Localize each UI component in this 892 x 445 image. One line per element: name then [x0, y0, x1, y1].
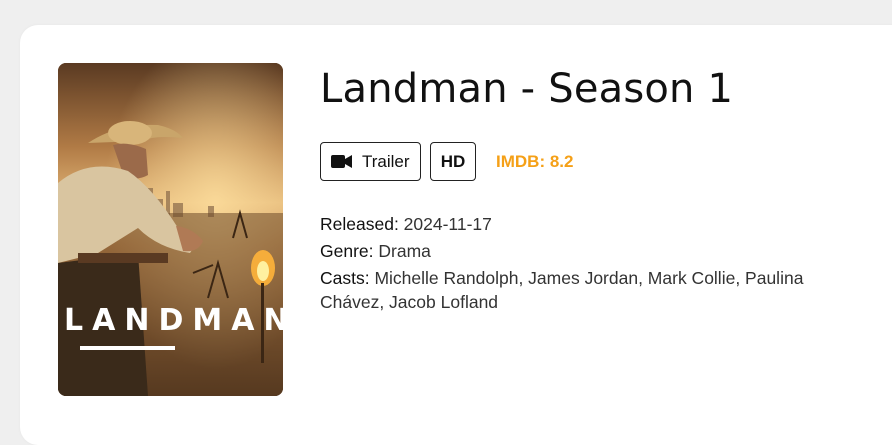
genre-label: Genre: — [320, 241, 379, 261]
casts-row: Casts: Michelle Randolph, James Jordan, … — [320, 266, 840, 314]
genre-value[interactable]: Drama — [378, 241, 431, 261]
casts-value[interactable]: Michelle Randolph, James Jordan, Mark Co… — [320, 268, 803, 312]
video-camera-icon — [331, 154, 352, 169]
imdb-rating: IMDB: 8.2 — [496, 151, 574, 171]
action-row: Trailer HD IMDB: 8.2 — [320, 142, 573, 181]
poster-logo-underline — [80, 346, 175, 350]
poster-logo-text: LANDMAN — [64, 303, 283, 338]
released-value: 2024-11-17 — [403, 214, 492, 234]
quality-badge: HD — [430, 142, 476, 181]
trailer-button[interactable]: Trailer — [320, 142, 421, 181]
movie-poster[interactable]: LANDMAN — [58, 63, 283, 396]
trailer-button-label: Trailer — [362, 151, 410, 171]
casts-label: Casts: — [320, 268, 375, 288]
movie-meta: Released: 2024-11-17 Genre: Drama Casts:… — [320, 212, 840, 317]
released-label: Released: — [320, 214, 404, 234]
page-title: Landman - Season 1 — [320, 66, 734, 112]
genre-row: Genre: Drama — [320, 239, 840, 263]
released-row: Released: 2024-11-17 — [320, 212, 840, 236]
